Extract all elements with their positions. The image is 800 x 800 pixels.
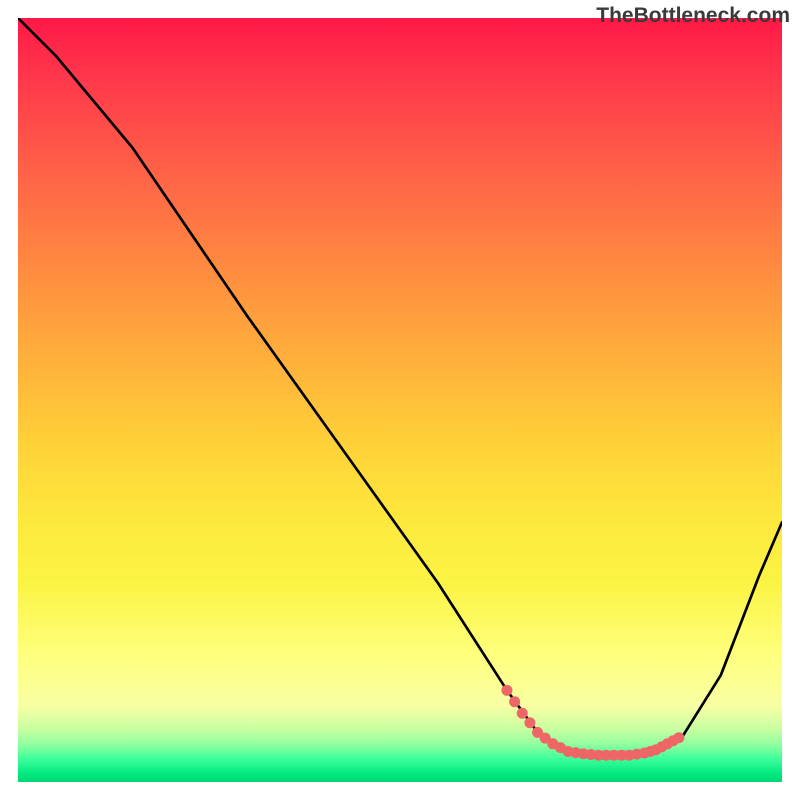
- plot-area: [18, 18, 782, 782]
- highlight-dot: [586, 749, 597, 760]
- highlight-dot: [645, 746, 656, 757]
- main-curve-line: [18, 18, 782, 755]
- highlight-dot: [601, 750, 612, 761]
- watermark-text: TheBottleneck.com: [596, 4, 790, 28]
- highlight-dotted-segment: [501, 685, 684, 761]
- highlight-dot: [668, 735, 679, 746]
- highlight-dot: [517, 708, 528, 719]
- highlight-dot: [501, 685, 512, 696]
- highlight-dot: [631, 749, 642, 760]
- highlight-dot: [656, 741, 667, 752]
- highlight-dot: [570, 747, 581, 758]
- highlight-dot: [555, 742, 566, 753]
- chart-container: TheBottleneck.com: [0, 0, 800, 800]
- highlight-dot: [509, 696, 520, 707]
- highlight-dot: [540, 733, 551, 744]
- highlight-dot: [524, 717, 535, 728]
- chart-svg: [18, 18, 782, 782]
- highlight-dot: [616, 750, 627, 761]
